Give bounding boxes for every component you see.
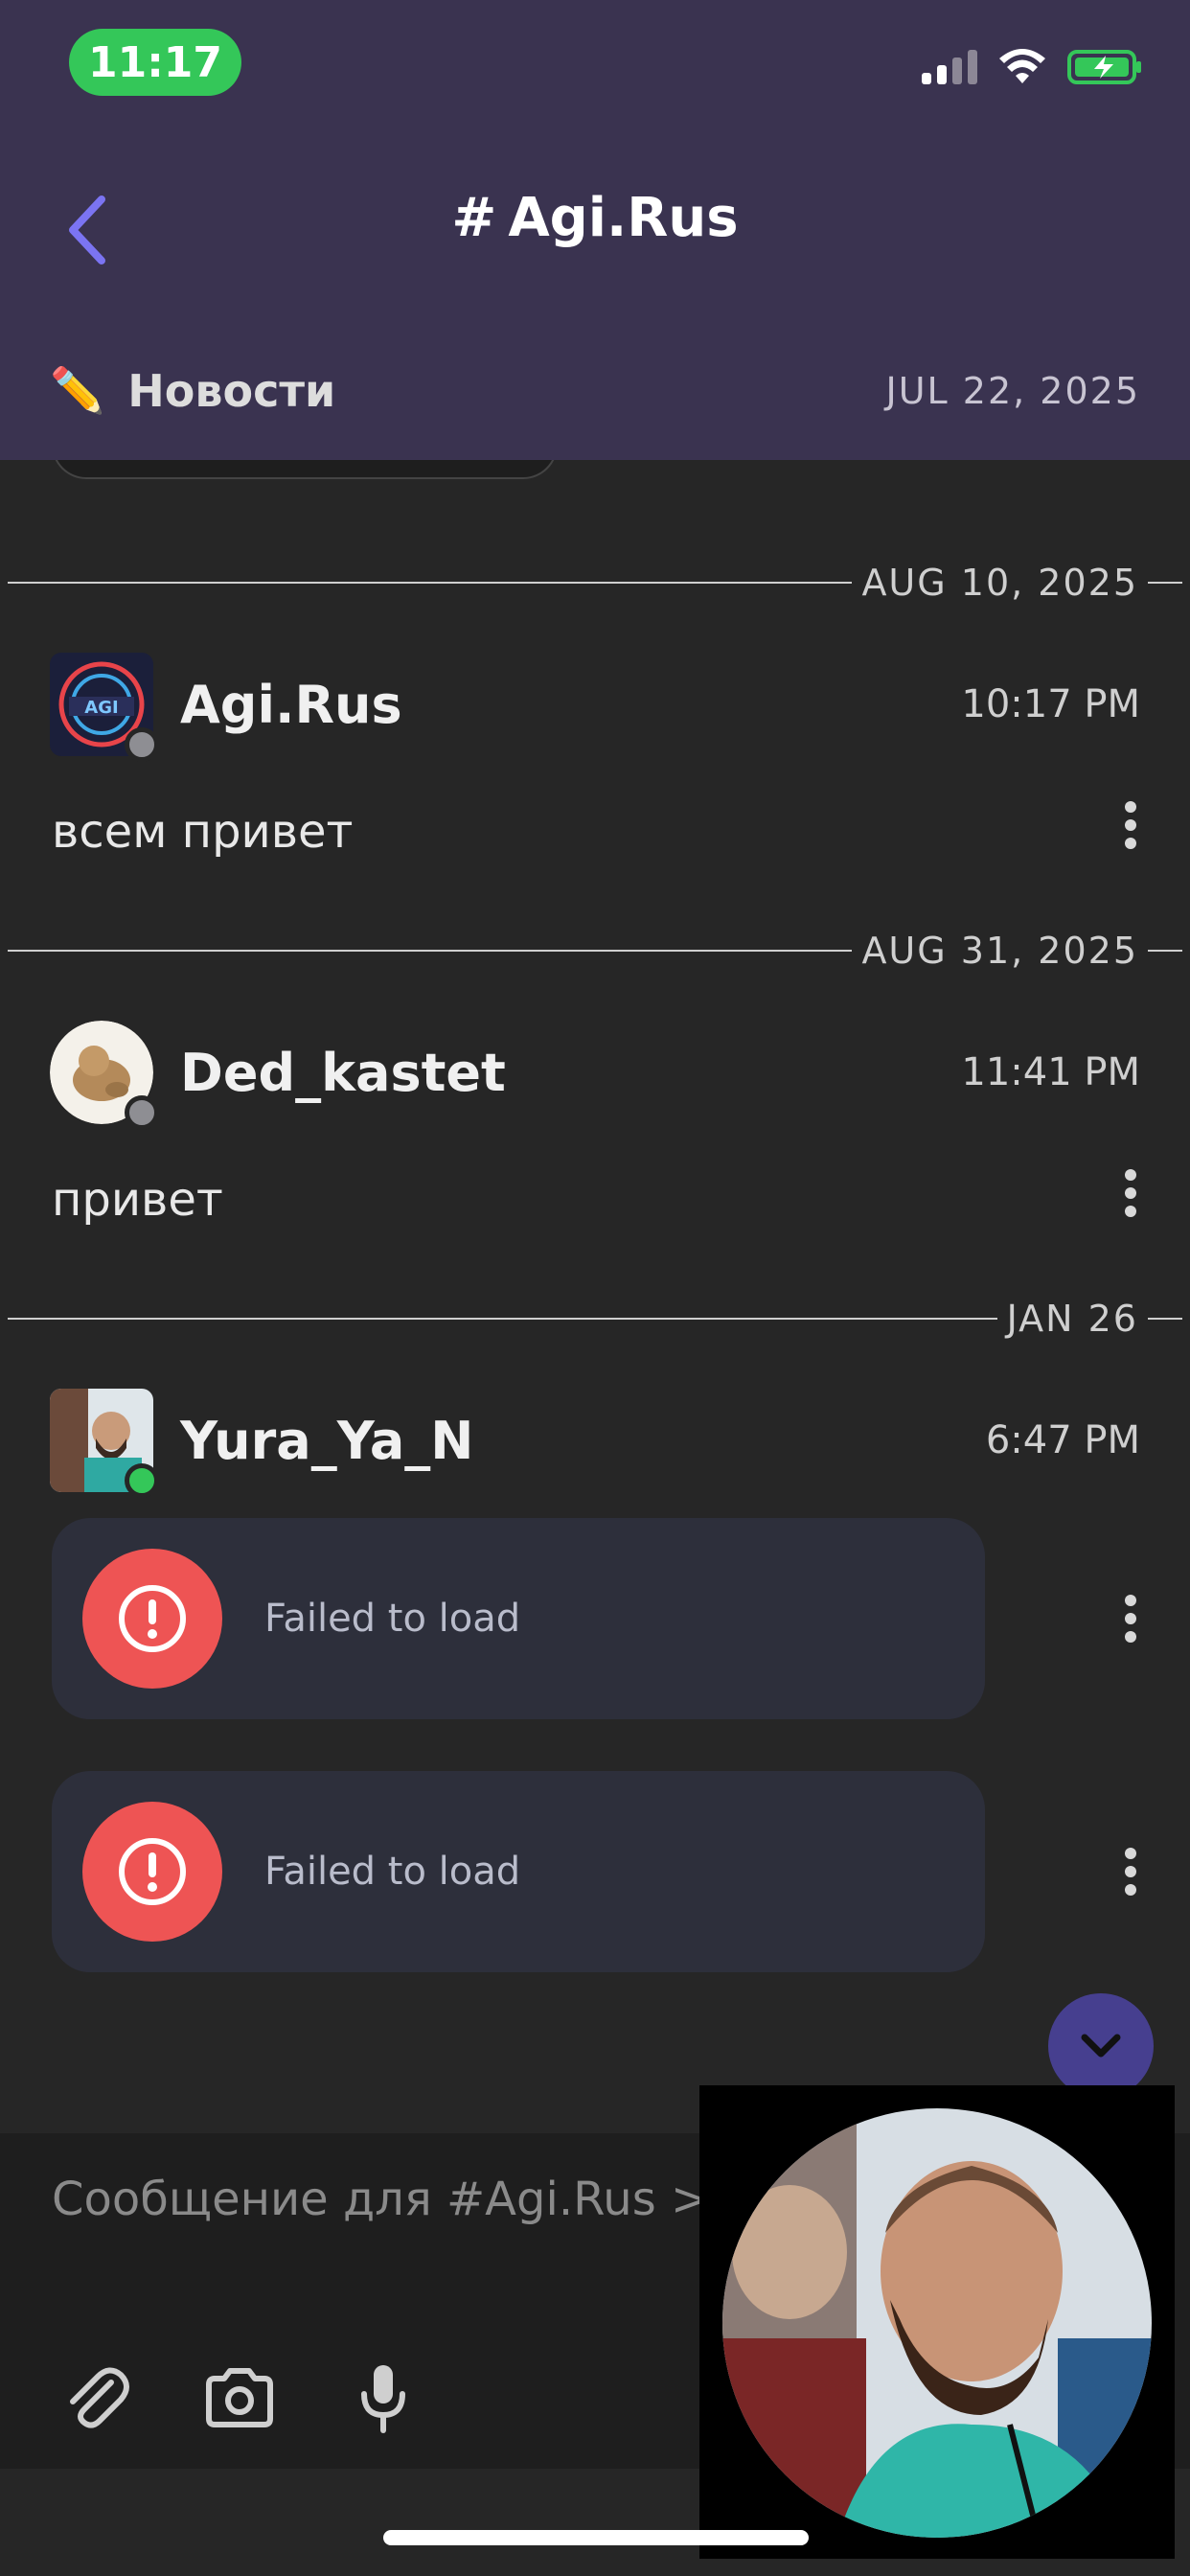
hash-icon: # [451,187,497,249]
avatar[interactable] [50,1389,159,1498]
username[interactable]: Yura_Ya_N [180,1411,473,1471]
camera-button[interactable] [201,2359,278,2436]
message-list[interactable]: AUG 10, 2025 AGI Agi.Rus 10:17 PM всем п… [0,460,1190,2022]
message-header: Yura_Ya_N 6:47 PM [50,1388,1140,1498]
scroll-to-bottom-button[interactable] [1048,1993,1154,2099]
avatar[interactable] [50,1021,159,1130]
attach-button[interactable] [57,2359,134,2436]
svg-text:AGI: AGI [84,698,118,718]
pinned-message-bar[interactable]: ✏️ Новости JUL 22, 2025 [50,364,1140,417]
error-icon [82,1549,222,1689]
chevron-down-icon [1081,2034,1121,2058]
avatar[interactable]: AGI [50,653,159,762]
status-time: 11:17 [69,29,241,96]
date-divider: AUG 31, 2025 [8,930,1182,972]
error-icon [82,1802,222,1942]
more-options-icon[interactable] [1121,1848,1140,1896]
message-header: Ded_kastet 11:41 PM [50,1020,1140,1130]
attachment-failed-card[interactable]: Failed to load [52,1771,985,1972]
message-header: AGI Agi.Rus 10:17 PM [50,652,1140,762]
message-text[interactable]: всем привет [52,805,354,859]
username[interactable]: Agi.Rus [180,675,402,735]
presence-indicator [125,1463,159,1498]
pencil-icon: ✏️ [50,364,105,416]
more-options-icon[interactable] [1121,801,1140,849]
camera-icon [206,2368,273,2427]
date-divider: JAN 26 [8,1298,1182,1340]
battery-charging-icon [1067,50,1141,84]
video-preview [722,2108,1152,2538]
message-time: 6:47 PM [985,1418,1140,1462]
attachment-failed-card[interactable]: Failed to load [52,1518,985,1719]
home-indicator [383,2530,809,2545]
attachment-status: Failed to load [264,1597,521,1641]
pinned-date: JUL 22, 2025 [885,369,1140,412]
paperclip-icon [70,2367,129,2428]
channel-title[interactable]: # Agi.Rus [0,187,1190,249]
message-input[interactable]: Сообщение для #Agi.Rus > ✏️ [52,2172,781,2226]
previous-message-card [52,460,558,479]
wifi-icon [999,49,1045,83]
pinned-label: Новости [127,364,336,417]
presence-indicator [125,1095,159,1130]
message-text[interactable]: привет [52,1173,223,1227]
channel-header: 11:17 # Agi.Rus ✏️ Новости JUL 22, 2025 [0,0,1190,460]
more-options-icon[interactable] [1121,1169,1140,1217]
cellular-signal-icon [922,50,977,84]
more-options-icon[interactable] [1121,1595,1140,1643]
username[interactable]: Ded_kastet [180,1043,506,1103]
channel-name: Agi.Rus [508,187,739,249]
video-message-bubble[interactable] [699,2085,1175,2559]
message-time: 10:17 PM [961,682,1140,726]
date-divider: AUG 10, 2025 [8,562,1182,604]
message-time: 11:41 PM [961,1050,1140,1094]
attachment-status: Failed to load [264,1850,521,1894]
status-icons [922,48,1144,86]
microphone-button[interactable] [345,2359,422,2436]
presence-indicator [125,727,159,762]
microphone-icon [361,2365,405,2433]
